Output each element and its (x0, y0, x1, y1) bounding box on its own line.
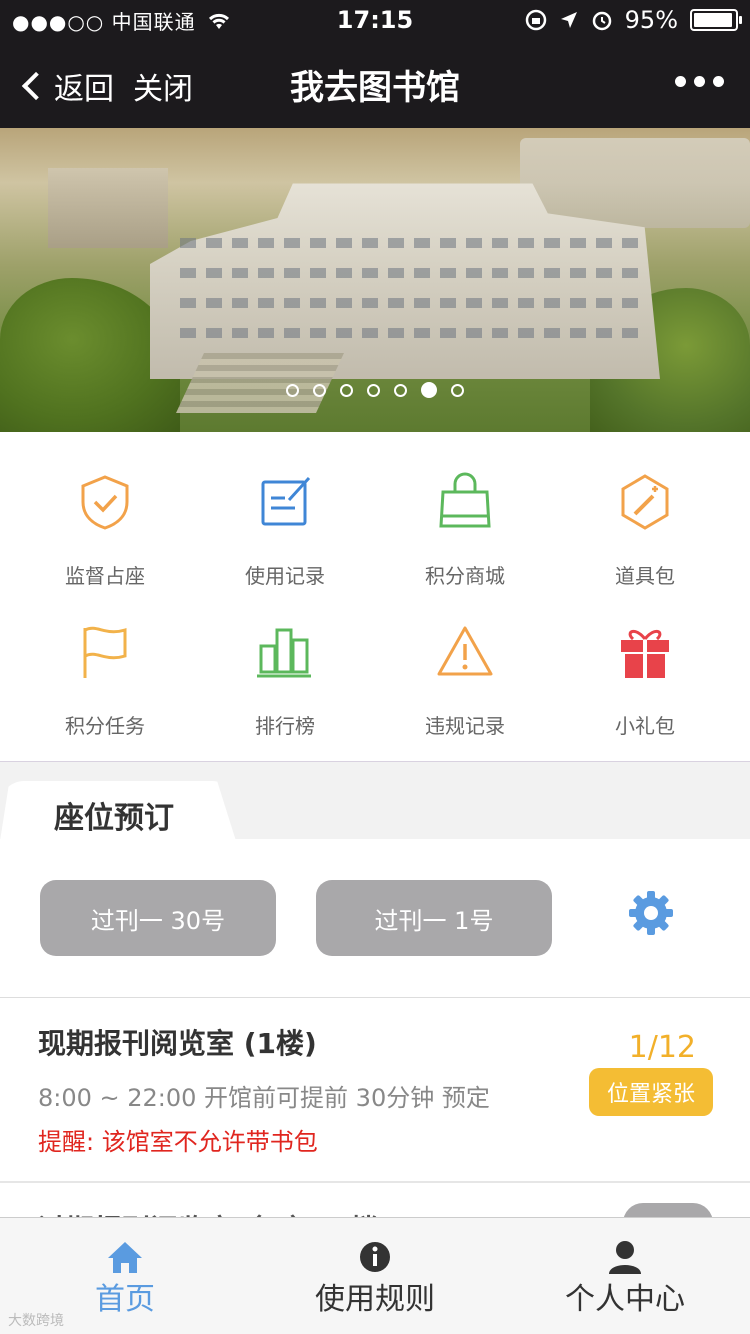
menu-points-task[interactable]: 积分任务 (15, 622, 195, 762)
reading-room-list: 现期报刊阅览室 (1楼) 8:00 ~ 22:00 开馆前可提前 30分钟 预定… (0, 997, 750, 1217)
info-icon (360, 1242, 390, 1272)
banner-side-building (48, 168, 168, 248)
menu-usage-record[interactable]: 使用记录 (195, 472, 375, 612)
watermark: 大数跨境 (8, 1313, 64, 1329)
menu-points-mall[interactable]: 积分商城 (375, 472, 555, 612)
alarm-icon (592, 11, 611, 31)
menu-label: 使用记录 (245, 564, 325, 588)
rotation-lock-icon (525, 9, 546, 31)
battery-icon (690, 9, 742, 31)
status-badge (623, 1203, 713, 1217)
location-icon (560, 12, 577, 28)
nav-bar: 返回 关闭 我去图书馆 (0, 40, 750, 128)
menu-label: 道具包 (615, 564, 675, 588)
settings-gear-icon[interactable] (628, 890, 674, 936)
menu-label: 违规记录 (425, 714, 505, 738)
menu-label: 监督占座 (65, 564, 145, 588)
banner-window-row (180, 298, 640, 308)
tab-label: 使用规则 (315, 1282, 435, 1317)
seat-tab-label: 座位预订 (54, 801, 174, 836)
menu-label: 排行榜 (255, 714, 315, 738)
flag-icon (83, 626, 127, 678)
menu-gift-pack[interactable]: 小礼包 (555, 622, 735, 762)
banner-carousel[interactable] (0, 128, 750, 432)
more-dot-icon (675, 76, 686, 87)
carousel-dot[interactable] (367, 384, 380, 397)
menu-label: 小礼包 (615, 714, 675, 738)
seat-tab-bar: 座位预订 (0, 763, 750, 841)
status-bar: ●●●○○ 中国联通 17:15 95% (0, 0, 750, 40)
recent-seat-button[interactable]: 过刊一 1号 (316, 880, 552, 956)
tab-seat-reservation[interactable]: 座位预订 (0, 781, 236, 841)
bottom-tab-bar: 首页 使用规则 个人中心 (0, 1217, 750, 1334)
menu-label: 积分任务 (65, 714, 145, 738)
battery-fill (694, 13, 732, 27)
menu-supervise-seat[interactable]: 监督占座 (15, 472, 195, 612)
banner-stairs (176, 353, 344, 413)
reading-room-item[interactable]: 过期报刊阅览室（一）(1楼) (0, 998, 750, 1217)
menu-label: 积分商城 (425, 564, 505, 588)
warning-icon (437, 626, 493, 676)
banner-window-row (180, 328, 640, 338)
recent-seat-button[interactable]: 过刊一 30号 (40, 880, 276, 956)
room-name: 过期报刊阅览室（一）(1楼) (38, 1208, 391, 1217)
edit-note-icon (261, 476, 311, 526)
banner-window-row (180, 268, 640, 278)
shield-check-icon (81, 475, 129, 530)
shopping-bag-icon (439, 472, 491, 528)
bar-chart-icon (257, 628, 311, 678)
home-icon (108, 1242, 142, 1273)
tab-personal-center[interactable]: 个人中心 (500, 1218, 750, 1334)
magic-wand-icon (621, 474, 669, 530)
menu-violation-record[interactable]: 违规记录 (375, 622, 555, 762)
carousel-dot[interactable] (313, 384, 326, 397)
gift-icon (621, 629, 669, 678)
menu-prop-bag[interactable]: 道具包 (555, 472, 735, 612)
banner-window-row (180, 238, 640, 248)
tab-usage-rules[interactable]: 使用规则 (250, 1218, 500, 1334)
carousel-dot[interactable] (394, 384, 407, 397)
carousel-dot-active[interactable] (421, 382, 437, 398)
feature-grid: 监督占座 使用记录 积分商城 道具包 积分任务 排行榜 违规记录 小礼包 (0, 432, 750, 762)
carousel-dot[interactable] (286, 384, 299, 397)
page-title: 我去图书馆 (290, 68, 460, 108)
tab-label: 个人中心 (565, 1282, 685, 1317)
more-menu-button[interactable] (675, 76, 724, 87)
menu-leaderboard[interactable]: 排行榜 (195, 622, 375, 762)
carousel-dot[interactable] (451, 384, 464, 397)
seat-reservation-section: 座位预订 过刊一 30号 过刊一 1号 (0, 763, 750, 997)
more-dot-icon (694, 76, 705, 87)
user-icon (609, 1241, 641, 1274)
carousel-dot[interactable] (340, 384, 353, 397)
battery-percent: 95% (624, 6, 678, 34)
carousel-indicator (0, 382, 750, 398)
more-dot-icon (713, 76, 724, 87)
